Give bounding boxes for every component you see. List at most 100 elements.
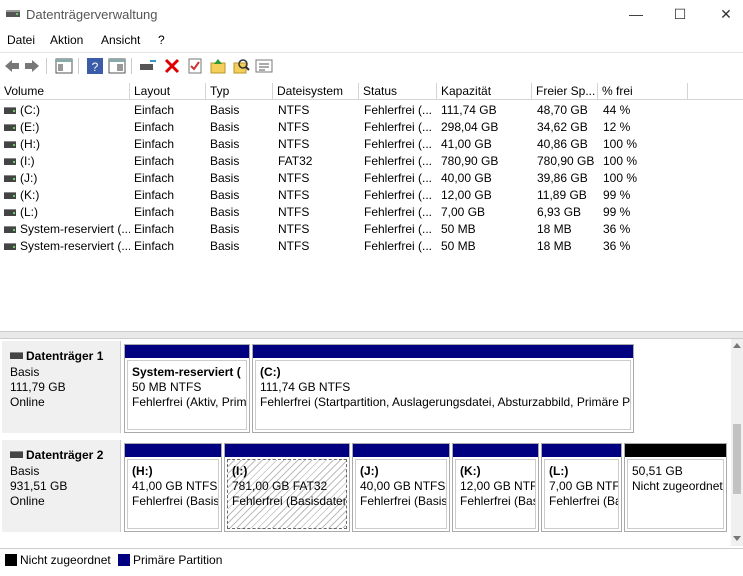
- table-cell: Fehlerfrei (...: [364, 188, 433, 202]
- table-cell: 34,62 GB: [537, 120, 588, 134]
- table-cell: Einfach: [134, 188, 175, 202]
- table-row[interactable]: (I:) Einfach Basis FAT32 Fehlerfrei (... 780,…: [0, 153, 743, 170]
- column-header-status[interactable]: Status: [359, 83, 437, 100]
- table-cell: NTFS: [278, 103, 310, 117]
- table-cell: Fehlerfrei (...: [364, 103, 433, 117]
- menu-aktion[interactable]: Aktion: [50, 33, 83, 47]
- disk-2-label[interactable]: Datenträger 2 Basis 931,51 GB Online: [2, 440, 121, 532]
- help-icon[interactable]: ?: [86, 57, 104, 75]
- table-cell: 50 MB: [441, 222, 476, 236]
- drive-icon: [4, 124, 16, 131]
- column-header-filler: [688, 83, 743, 100]
- table-cell: 41,00 GB: [441, 137, 492, 151]
- partition-type-bar: [225, 444, 349, 457]
- partition-c[interactable]: (C:) 111,74 GB NTFS Fehlerfrei (Startpar…: [252, 344, 634, 433]
- table-cell: Fehlerfrei (...: [364, 222, 433, 236]
- scroll-down-icon[interactable]: [733, 536, 741, 542]
- table-cell: (J:): [20, 171, 38, 185]
- table-cell: Fehlerfrei (...: [364, 137, 433, 151]
- pane-splitter[interactable]: [0, 331, 743, 339]
- table-row[interactable]: (C:) Einfach Basis NTFS Fehlerfrei (... 111,7…: [0, 102, 743, 119]
- table-cell: (L:): [20, 205, 38, 219]
- partition-type-bar: [253, 345, 633, 358]
- disk-map-scrollbar[interactable]: [731, 339, 743, 546]
- table-cell: Basis: [210, 120, 240, 134]
- title-bar: Datenträgerverwaltung — ☐ ✕: [0, 0, 743, 28]
- table-cell: Basis: [210, 188, 240, 202]
- drive-icon: [4, 243, 16, 250]
- column-header-dateisystem[interactable]: Dateisystem: [273, 83, 359, 100]
- partition-type-bar: [453, 444, 538, 457]
- toolbar-separator: [46, 58, 47, 74]
- list-icon[interactable]: [255, 57, 273, 75]
- partition-system-reserviert[interactable]: System-reserviert ( 50 MB NTFS Fehlerfre…: [124, 344, 250, 433]
- table-cell: NTFS: [278, 222, 310, 236]
- partition-j[interactable]: (J:) 40,00 GB NTFS Fehlerfrei (Basis: [352, 443, 450, 532]
- table-cell: NTFS: [278, 239, 310, 253]
- table-row[interactable]: (H:) Einfach Basis NTFS Fehlerfrei (... 41,00…: [0, 136, 743, 153]
- maximize-button[interactable]: ☐: [657, 0, 703, 28]
- disk-2-name: Datenträger 2: [26, 448, 104, 462]
- connect-icon[interactable]: [139, 57, 157, 75]
- table-row[interactable]: System-reserviert (... Einfach Basis NTFS Fe…: [0, 221, 743, 238]
- disk-2-size: 931,51 GB: [10, 479, 68, 493]
- table-cell: Einfach: [134, 222, 175, 236]
- table-cell: 36 %: [603, 222, 631, 236]
- legend-primary: Primäre Partition: [133, 553, 223, 567]
- properties-icon[interactable]: [55, 57, 73, 75]
- import-icon[interactable]: [209, 57, 227, 75]
- disk-1-label[interactable]: Datenträger 1 Basis 111,79 GB Online: [2, 341, 121, 433]
- forward-icon[interactable]: [23, 57, 41, 75]
- partition-i[interactable]: (I:) 781,00 GB FAT32 Fehlerfrei (Basisda…: [224, 443, 350, 532]
- check-icon[interactable]: [186, 57, 204, 75]
- table-cell: Basis: [210, 103, 240, 117]
- console-icon[interactable]: [108, 57, 126, 75]
- column-header-layout[interactable]: Layout: [130, 83, 206, 100]
- table-cell: Basis: [210, 205, 240, 219]
- table-row[interactable]: (E:) Einfach Basis NTFS Fehlerfrei (... 298,0…: [0, 119, 743, 136]
- minimize-button[interactable]: —: [613, 0, 659, 28]
- column-header-freier-speicher[interactable]: Freier Sp...: [532, 83, 598, 100]
- table-cell: Fehlerfrei (...: [364, 154, 433, 168]
- drive-icon: [4, 175, 16, 182]
- partition-type-bar: [542, 444, 621, 457]
- search-icon[interactable]: [232, 57, 250, 75]
- partition-l[interactable]: (L:) 7,00 GB NTFS Fehlerfrei (Ba: [541, 443, 622, 532]
- drive-icon: [4, 107, 16, 114]
- partition-type-bar: [353, 444, 449, 457]
- menu-datei[interactable]: Datei: [7, 33, 35, 47]
- scroll-up-icon[interactable]: [733, 342, 741, 348]
- table-cell: Fehlerfrei (...: [364, 120, 433, 134]
- disk-icon: [10, 352, 23, 359]
- column-header-prozent-frei[interactable]: % frei: [598, 83, 688, 100]
- menu-help[interactable]: ?: [158, 33, 165, 47]
- table-cell: Basis: [210, 171, 240, 185]
- table-cell: (K:): [20, 188, 40, 202]
- partition-info: (L:) 7,00 GB NTFS Fehlerfrei (Ba: [544, 459, 619, 529]
- back-icon[interactable]: [3, 57, 21, 75]
- delete-icon[interactable]: [163, 57, 181, 75]
- table-row[interactable]: (L:) Einfach Basis NTFS Fehlerfrei (... 7,00 …: [0, 204, 743, 221]
- partition-h[interactable]: (H:) 41,00 GB NTFS Fehlerfrei (Basis: [124, 443, 222, 532]
- table-cell: Einfach: [134, 103, 175, 117]
- column-header-kapazitaet[interactable]: Kapazität: [437, 83, 532, 100]
- disk-1-status: Online: [10, 395, 45, 409]
- menu-ansicht[interactable]: Ansicht: [101, 33, 140, 47]
- column-header-volume[interactable]: Volume: [0, 83, 130, 100]
- table-cell: 100 %: [603, 171, 638, 185]
- table-cell: NTFS: [278, 120, 310, 134]
- scrollbar-thumb[interactable]: [733, 424, 741, 494]
- table-row[interactable]: (J:) Einfach Basis NTFS Fehlerfrei (... 40,00…: [0, 170, 743, 187]
- partition-unallocated[interactable]: 50,51 GB Nicht zugeordnet: [624, 443, 727, 532]
- toolbar: ?: [0, 52, 743, 79]
- table-cell: Einfach: [134, 205, 175, 219]
- close-button[interactable]: ✕: [703, 0, 743, 28]
- column-header-typ[interactable]: Typ: [206, 83, 273, 100]
- table-cell: Fehlerfrei (...: [364, 205, 433, 219]
- partition-info: (K:) 12,00 GB NTFS Fehlerfrei (Bas: [455, 459, 536, 529]
- partition-k[interactable]: (K:) 12,00 GB NTFS Fehlerfrei (Bas: [452, 443, 539, 532]
- table-row[interactable]: (K:) Einfach Basis NTFS Fehlerfrei (... 12,00…: [0, 187, 743, 204]
- table-row[interactable]: System-reserviert (... Einfach Basis NTFS Fe…: [0, 238, 743, 255]
- table-cell: 780,90 GB: [441, 154, 499, 168]
- table-cell: Einfach: [134, 239, 175, 253]
